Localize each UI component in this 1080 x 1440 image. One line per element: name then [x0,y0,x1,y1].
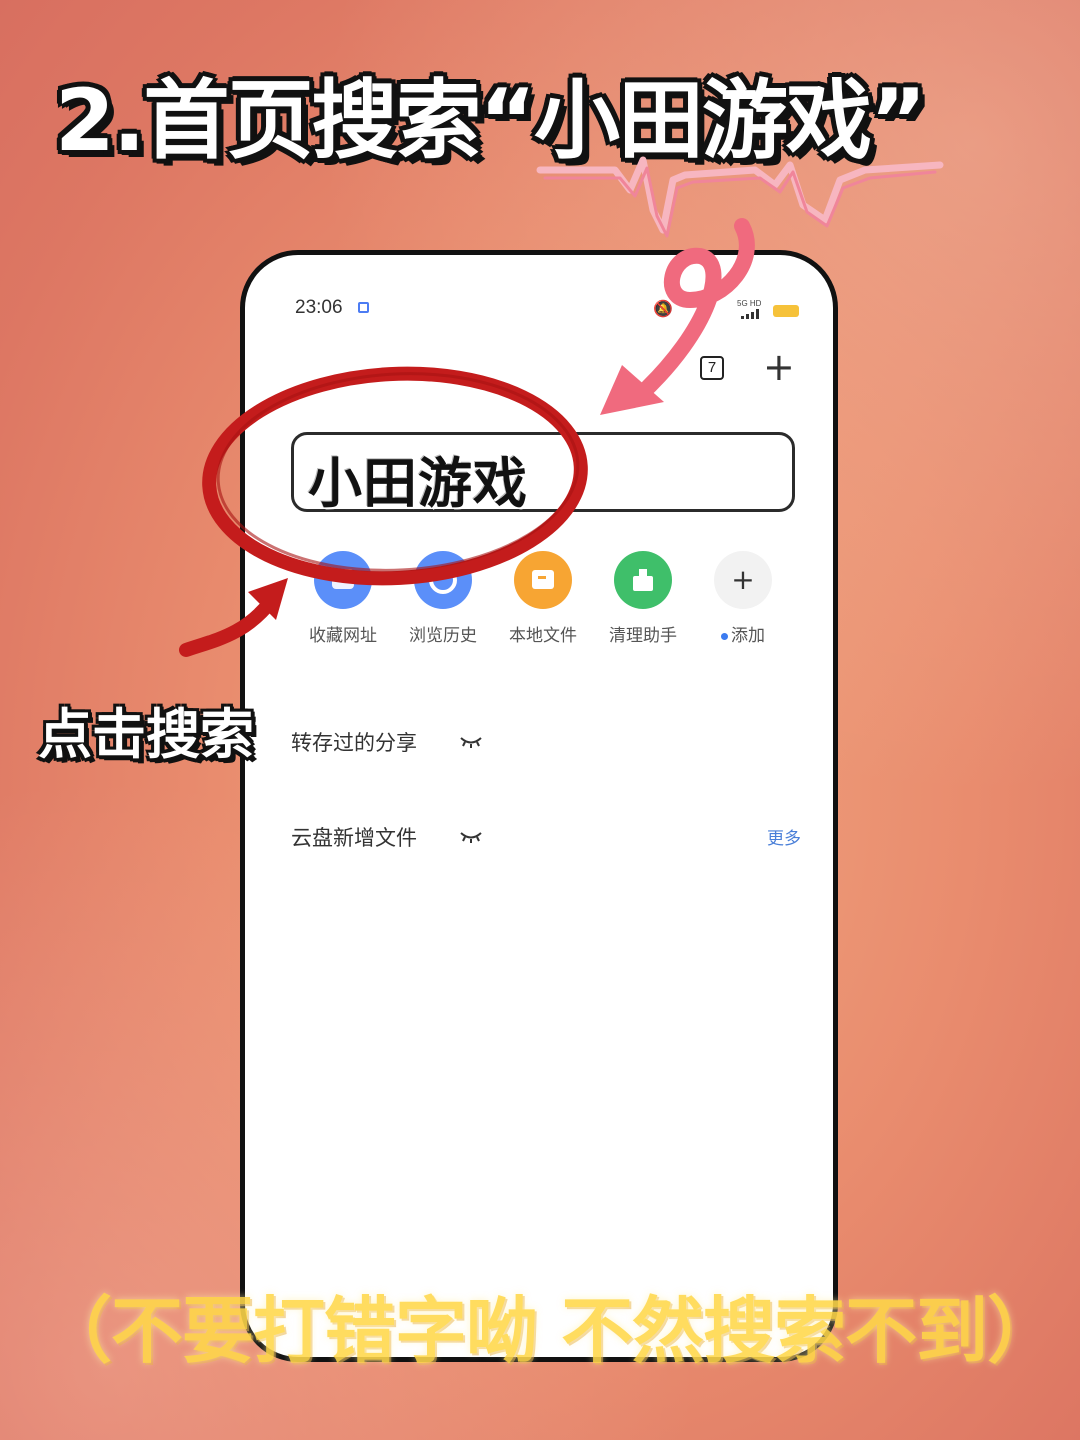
network-label: 5G HD [737,299,762,308]
shortcut-label: 本地文件 [509,626,577,646]
shortcut-grid: 收藏网址 浏览历史 本地文件 清理助手 + 添加 [293,551,793,651]
shortcut-history[interactable]: 浏览历史 [393,551,493,646]
section-title: 转存过的分享 [291,731,417,755]
decorative-squiggle [536,156,944,238]
add-tab-button[interactable]: + [763,347,795,387]
section-title: 云盘新增文件 [291,826,417,850]
eye-closed-icon [460,832,482,843]
bookmark-icon [314,551,372,609]
section-saved-shares[interactable]: 转存过的分享 [291,727,801,761]
plus-icon: + [714,551,772,609]
search-input[interactable]: 小田游戏 [291,432,795,515]
notification-icon [358,302,369,313]
phone-screen: 23:06 🔕 5G HD 7 + 小田游戏 收藏网址 浏览历史 本地文件 清理… [240,250,838,1362]
shortcut-label: 浏览历史 [409,626,477,646]
shortcut-bookmarks[interactable]: 收藏网址 [293,551,393,646]
section-new-cloud-files[interactable]: 云盘新增文件 更多 [291,822,801,856]
shortcut-add[interactable]: + 添加 [693,551,793,646]
signal-icon [741,309,759,319]
more-link[interactable]: 更多 [767,824,801,849]
tap-search-label: 点击搜索 [38,703,254,766]
tab-count-button[interactable]: 7 [700,356,724,380]
eye-closed-icon [460,737,482,748]
cleaner-icon [614,551,672,609]
folder-icon [514,551,572,609]
search-query: 小田游戏 [308,452,528,515]
shortcut-cleaner[interactable]: 清理助手 [593,551,693,646]
new-dot-icon [721,632,728,640]
shortcut-add-label: 添加 [693,621,793,646]
shortcut-local-files[interactable]: 本地文件 [493,551,593,646]
status-time: 23:06 [295,297,343,318]
bottom-note: （不要打错字呦 不然搜索不到） [40,1289,1059,1373]
battery-icon [773,305,799,317]
shortcut-label: 清理助手 [609,626,677,646]
shortcut-label: 收藏网址 [309,626,377,646]
mute-icon: 🔕 [653,299,673,318]
status-indicators: 🔕 5G HD [653,299,801,319]
history-icon [414,551,472,609]
